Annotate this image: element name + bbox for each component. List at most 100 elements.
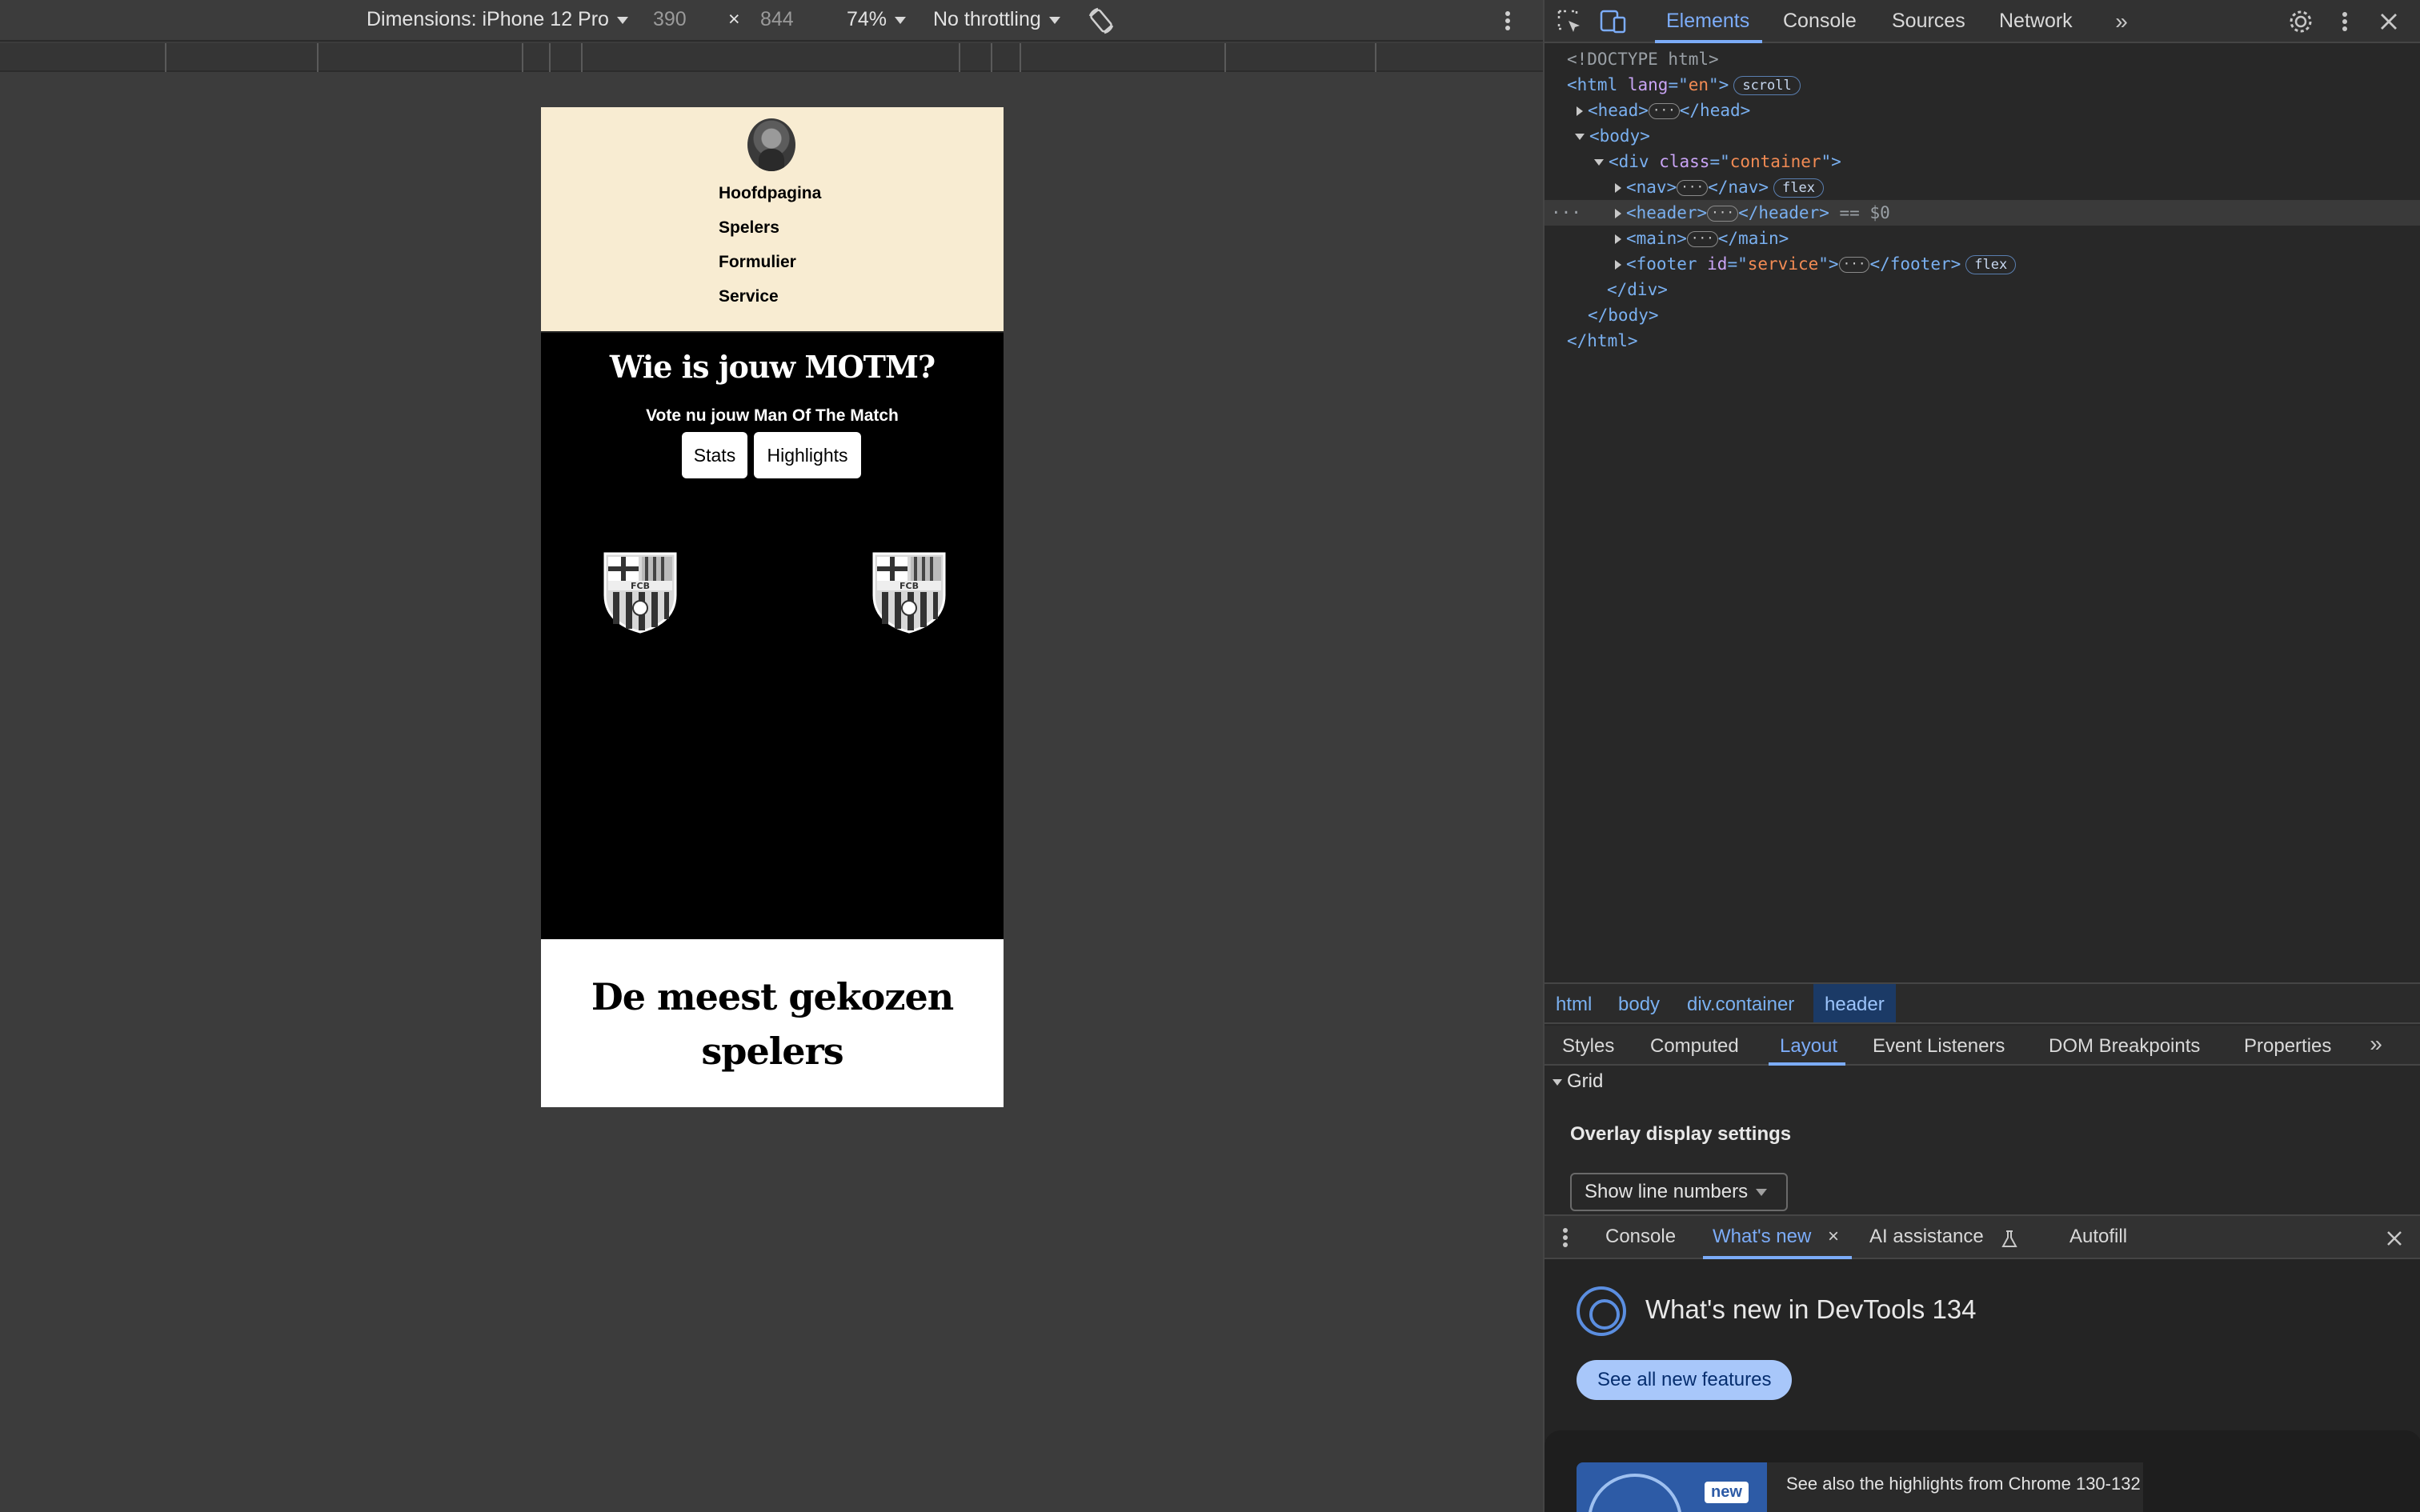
doctype-text: <!DOCTYPE html> [1567, 50, 1719, 69]
tab-layout[interactable]: Layout [1780, 1035, 1837, 1058]
collapse-arrow-icon[interactable] [1575, 134, 1585, 140]
close-icon[interactable] [2377, 10, 2401, 34]
times-symbol: × [728, 8, 740, 30]
chevron-down-icon [895, 16, 907, 24]
highlights-card[interactable]: new See also the highlights from Chrome … [1545, 1430, 2420, 1512]
site-header: Wie is jouw MOTM? Vote nu jouw Man Of Th… [541, 333, 1004, 939]
dom-node-footer[interactable]: <footer id="service"> ··· </footer> flex [1545, 251, 2420, 277]
nav-link-hoofdpagina[interactable]: Hoofdpagina [719, 184, 821, 203]
stats-button[interactable]: Stats [682, 432, 747, 478]
ellipsis-badge[interactable]: ··· [1648, 103, 1680, 119]
ruler-tick [1020, 43, 1021, 72]
breadcrumb-div-container[interactable]: div.container [1687, 994, 1794, 1016]
dimensions-dropdown[interactable]: Dimensions: iPhone 12 Pro [367, 8, 628, 31]
breadcrumb-body[interactable]: body [1618, 994, 1660, 1016]
nav-link-service[interactable]: Service [719, 287, 779, 306]
show-line-numbers-select[interactable]: Show line numbers [1570, 1173, 1788, 1211]
dom-node-html-close[interactable]: </html> [1545, 328, 2420, 354]
overlay-settings-label: Overlay display settings [1570, 1123, 1792, 1145]
nav-link-spelers[interactable]: Spelers [719, 218, 779, 238]
see-all-features-button[interactable]: See all new features [1577, 1360, 1793, 1400]
active-subtab-indicator [1769, 1062, 1845, 1066]
drawer-tab-autofill[interactable]: Autofill [2069, 1226, 2127, 1248]
height-input[interactable]: 844 [760, 8, 794, 31]
dom-node-body-close[interactable]: </body> [1545, 302, 2420, 328]
expand-arrow-icon[interactable] [1577, 106, 1583, 116]
width-input[interactable]: 390 [653, 8, 687, 31]
collapse-arrow-icon[interactable] [1594, 159, 1604, 166]
crest-text: FCB [899, 581, 919, 591]
dom-node-doctype[interactable]: <!DOCTYPE html> [1545, 46, 2420, 72]
crest-text: FCB [631, 581, 650, 591]
active-tab-indicator [1655, 40, 1762, 43]
tab-network[interactable]: Network [1999, 10, 2073, 33]
new-badge: new [1705, 1482, 1749, 1503]
flex-badge[interactable]: flex [1965, 255, 2017, 274]
drawer-menu-icon[interactable] [1557, 1224, 1573, 1251]
expand-arrow-icon[interactable] [1615, 183, 1621, 193]
drawer-tab-whats-new[interactable]: What's new [1713, 1226, 1811, 1248]
avatar[interactable] [747, 118, 795, 171]
tab-properties[interactable]: Properties [2244, 1035, 2331, 1058]
breadcrumb: html body div.container header [1545, 982, 2420, 1024]
dom-node-div-close[interactable]: </div> [1545, 277, 2420, 302]
ellipsis-badge[interactable]: ··· [1707, 206, 1739, 222]
sidebar-pane-tabs: Styles Computed Layout Event Listeners D… [1545, 1026, 2420, 1066]
dimensions-label: Dimensions: iPhone 12 Pro [367, 8, 609, 30]
device-toolbar: Dimensions: iPhone 12 Pro 390 × 844 74% … [0, 0, 1543, 42]
media-query-ruler[interactable] [0, 43, 1543, 72]
device-toggle-icon[interactable] [1599, 8, 1628, 35]
tab-sources[interactable]: Sources [1892, 10, 1965, 33]
dom-node-div-container[interactable]: <div class="container"> [1545, 149, 2420, 174]
ellipsis-badge[interactable]: ··· [1677, 180, 1709, 196]
row-actions-icon[interactable]: ··· [1551, 200, 1581, 226]
throttling-dropdown[interactable]: No throttling [933, 8, 1060, 31]
highlights-thumbnail: new [1577, 1462, 1767, 1512]
drawer-tab-console[interactable]: Console [1605, 1226, 1676, 1248]
tab-computed[interactable]: Computed [1650, 1035, 1739, 1058]
whats-new-panel: What's new in DevTools 134 See all new f… [1545, 1259, 2420, 1512]
breadcrumb-header[interactable]: header [1813, 984, 1896, 1022]
whats-new-title: What's new in DevTools 134 [1645, 1294, 1977, 1324]
ruler-tick [549, 43, 551, 72]
tab-elements[interactable]: Elements [1666, 10, 1749, 33]
tab-dom-breakpoints[interactable]: DOM Breakpoints [2049, 1035, 2200, 1058]
inspect-element-icon[interactable] [1556, 8, 1583, 35]
close-drawer-icon[interactable] [2383, 1227, 2406, 1250]
ellipsis-badge[interactable]: ··· [1838, 257, 1870, 273]
expand-arrow-icon[interactable] [1615, 209, 1621, 218]
scroll-badge[interactable]: scroll [1733, 76, 1801, 95]
devtools-tab-bar: Elements Console Sources Network » [1545, 0, 2420, 43]
chevron-down-icon [1048, 16, 1060, 24]
more-tabs-icon[interactable]: » [2362, 1030, 2390, 1058]
grid-section-toggle[interactable]: Grid [1553, 1070, 1603, 1093]
ruler-tick [522, 43, 523, 72]
flex-badge[interactable]: flex [1773, 178, 1824, 198]
dom-node-header-selected[interactable]: ··· <header> ··· </header> == $0 [1545, 200, 2420, 226]
dom-node-nav[interactable]: <nav> ··· </nav> flex [1545, 174, 2420, 200]
dom-node-html[interactable]: <html lang="en"> scroll [1545, 72, 2420, 98]
settings-gear-icon[interactable] [2287, 8, 2314, 35]
ellipsis-badge[interactable]: ··· [1686, 231, 1718, 247]
zoom-value: 74% [847, 8, 887, 30]
chevron-down-icon [1756, 1189, 1768, 1197]
tab-styles[interactable]: Styles [1562, 1035, 1614, 1058]
dom-node-head[interactable]: <head> ··· </head> [1545, 98, 2420, 123]
customize-menu-icon[interactable] [2334, 8, 2356, 35]
grid-label: Grid [1567, 1070, 1604, 1092]
more-tabs-icon[interactable]: » [2108, 8, 2135, 35]
dom-node-main[interactable]: <main> ··· </main> [1545, 226, 2420, 251]
expand-arrow-icon[interactable] [1615, 260, 1621, 270]
dom-node-body[interactable]: <body> [1545, 123, 2420, 149]
tab-console[interactable]: Console [1783, 10, 1857, 33]
zoom-dropdown[interactable]: 74% [847, 8, 907, 31]
close-tab-icon[interactable]: × [1828, 1226, 1839, 1248]
more-options-icon[interactable] [1496, 8, 1519, 34]
rotate-icon[interactable] [1085, 5, 1117, 37]
highlights-button[interactable]: Highlights [754, 432, 861, 478]
drawer-tab-ai-assistance[interactable]: AI assistance [1869, 1226, 1984, 1248]
breadcrumb-html[interactable]: html [1556, 994, 1592, 1016]
nav-link-formulier[interactable]: Formulier [719, 253, 796, 272]
expand-arrow-icon[interactable] [1615, 234, 1621, 244]
tab-event-listeners[interactable]: Event Listeners [1873, 1035, 2005, 1058]
